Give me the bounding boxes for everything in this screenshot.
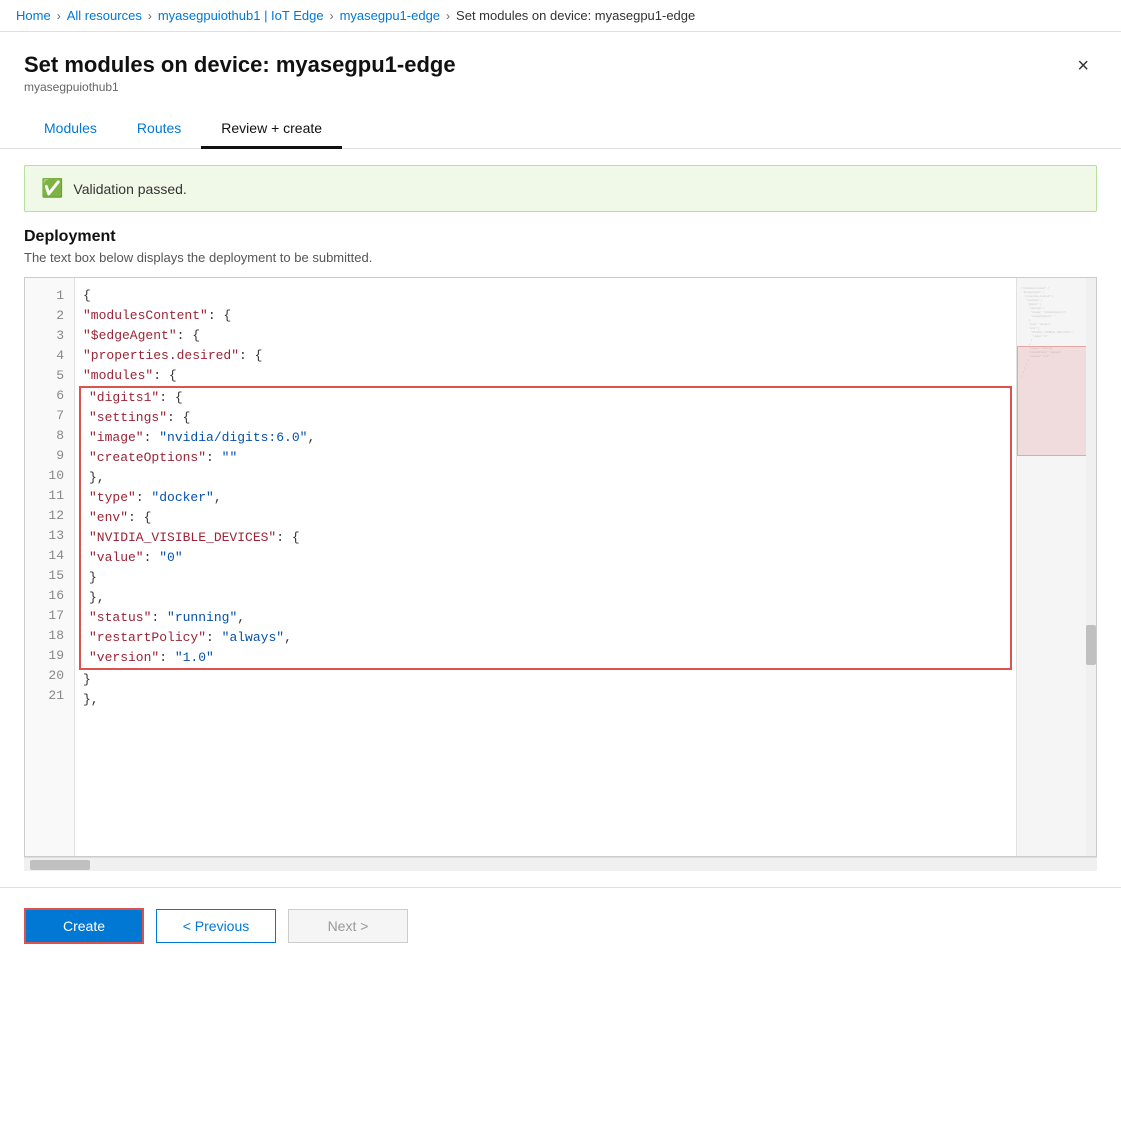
scrollbar-thumb[interactable] [1086, 625, 1096, 665]
breadcrumb-sep-2: › [148, 9, 152, 23]
panel-title: Set modules on device: myasegpu1-edge [24, 52, 456, 78]
close-button[interactable]: × [1069, 52, 1097, 80]
code-line-16: }, [81, 588, 1010, 608]
breadcrumb-sep-1: › [57, 9, 61, 23]
code-line-11: "type": "docker", [81, 488, 1010, 508]
code-line-8: "image": "nvidia/digits:6.0", [81, 428, 1010, 448]
code-line-1: { [75, 286, 1016, 306]
scrollbar-h-thumb[interactable] [30, 860, 90, 870]
code-content[interactable]: { "modulesContent": { "$edgeAgent": { "p… [75, 278, 1016, 856]
code-line-10: }, [81, 468, 1010, 488]
breadcrumb-home[interactable]: Home [16, 8, 51, 23]
code-line-14: "value": "0" [81, 548, 1010, 568]
create-button[interactable]: Create [24, 908, 144, 944]
minimap: {"modulesContent": { "$edgeAgent": { "pr… [1016, 278, 1096, 856]
code-line-4: "properties.desired": { [75, 346, 1016, 366]
deployment-title: Deployment [24, 228, 1097, 246]
minimap-highlight [1017, 346, 1096, 456]
code-line-20: } [75, 670, 1016, 690]
code-line-7: "settings": { [81, 408, 1010, 428]
code-line-2: "modulesContent": { [75, 306, 1016, 326]
tab-bar: Modules Routes Review + create [0, 110, 1121, 149]
code-line-17: "status": "running", [81, 608, 1010, 628]
breadcrumb-sep-3: › [330, 9, 334, 23]
tab-routes[interactable]: Routes [117, 110, 201, 149]
next-button: Next > [288, 909, 408, 943]
breadcrumb-current: Set modules on device: myasegpu1-edge [456, 8, 695, 23]
tab-modules[interactable]: Modules [24, 110, 117, 149]
code-line-9: "createOptions": "" [81, 448, 1010, 468]
code-editor[interactable]: 123456789101112131415161718192021 { "mod… [24, 277, 1097, 857]
code-line-15: } [81, 568, 1010, 588]
validation-banner: ✅ Validation passed. [24, 165, 1097, 212]
breadcrumb-all-resources[interactable]: All resources [67, 8, 142, 23]
main-panel: Set modules on device: myasegpu1-edge my… [0, 32, 1121, 964]
breadcrumb: Home › All resources › myasegpuiothub1 |… [0, 0, 1121, 32]
panel-subtitle: myasegpuiothub1 [24, 80, 456, 94]
horizontal-scrollbar[interactable] [24, 857, 1097, 871]
highlight-box: "digits1": { "settings": { "image": "nvi… [79, 386, 1012, 670]
code-line-5: "modules": { [75, 366, 1016, 386]
breadcrumb-iot-edge[interactable]: myasegpuiothub1 | IoT Edge [158, 8, 324, 23]
deployment-section: Deployment The text box below displays t… [0, 228, 1121, 887]
panel-header: Set modules on device: myasegpu1-edge my… [0, 32, 1121, 94]
deployment-description: The text box below displays the deployme… [24, 250, 1097, 265]
code-line-19: "version": "1.0" [81, 648, 1010, 668]
validation-message: Validation passed. [73, 181, 186, 197]
tab-review-create[interactable]: Review + create [201, 110, 342, 149]
vertical-scrollbar[interactable] [1086, 278, 1096, 856]
bottom-bar: Create < Previous Next > [0, 887, 1121, 964]
code-line-18: "restartPolicy": "always", [81, 628, 1010, 648]
panel-title-group: Set modules on device: myasegpu1-edge my… [24, 52, 456, 94]
breadcrumb-device[interactable]: myasegpu1-edge [340, 8, 440, 23]
previous-button[interactable]: < Previous [156, 909, 276, 943]
breadcrumb-sep-4: › [446, 9, 450, 23]
code-line-13: "NVIDIA_VISIBLE_DEVICES": { [81, 528, 1010, 548]
code-line-12: "env": { [81, 508, 1010, 528]
check-icon: ✅ [41, 178, 63, 199]
code-line-6: "digits1": { [81, 388, 1010, 408]
code-line-3: "$edgeAgent": { [75, 326, 1016, 346]
line-numbers: 123456789101112131415161718192021 [25, 278, 75, 856]
code-line-21: }, [75, 690, 1016, 710]
